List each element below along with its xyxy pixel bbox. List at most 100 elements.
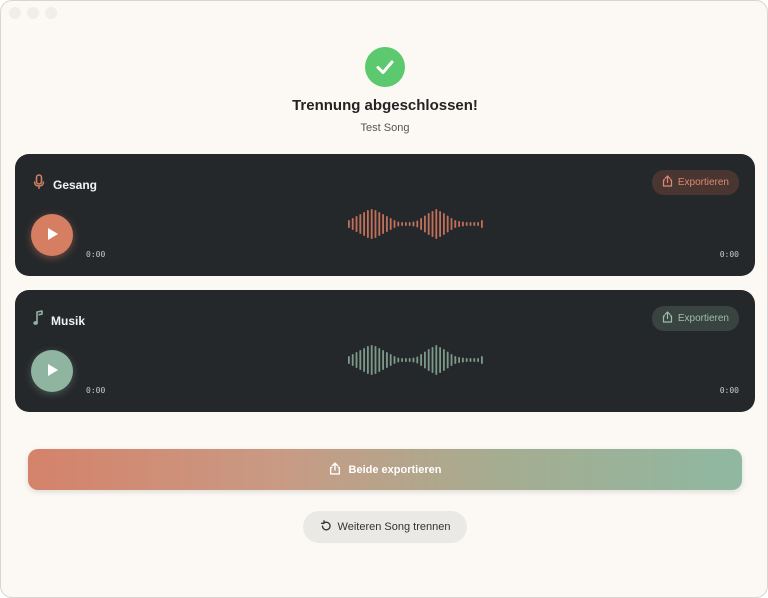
separate-another-label: Weiteren Song trennen — [337, 521, 451, 533]
waveform-bar — [481, 356, 483, 364]
app-window: Trennung abgeschlossen! Test Song Gesang — [0, 0, 768, 598]
waveform-bar — [386, 352, 388, 368]
export-music-button[interactable]: Exportieren — [651, 306, 739, 331]
waveform-bar — [363, 348, 365, 372]
current-time: 0:00 — [86, 386, 106, 395]
checkmark-icon — [365, 47, 405, 87]
waveform-bar — [412, 221, 415, 227]
waveform-vocals[interactable] — [345, 208, 485, 240]
waveform-bar — [378, 212, 381, 236]
play-vocals-button[interactable] — [31, 214, 73, 256]
waveform-bar — [382, 214, 384, 234]
waveform-bar — [443, 213, 445, 235]
separate-another-button[interactable]: Weiteren Song trennen — [303, 511, 467, 543]
track-card-music: Musik Exportieren 0:00 0:00 — [15, 290, 755, 412]
rotate-ccw-icon — [320, 519, 332, 535]
waveform-bar — [355, 352, 358, 368]
waveform-bar — [424, 215, 426, 233]
waveform-bar — [469, 358, 472, 362]
waveform-bar — [370, 209, 373, 239]
waveform-bar — [348, 356, 350, 364]
waveform-bar — [405, 222, 407, 226]
waveform-bar — [431, 211, 434, 237]
waveform-bar — [439, 347, 441, 373]
page-title: Trennung abgeschlossen! — [292, 97, 478, 114]
waveform-bar — [446, 351, 449, 369]
waveform-bar — [469, 222, 472, 226]
waveform-bar — [477, 222, 479, 226]
waveform-bar — [359, 214, 362, 234]
share-icon — [662, 311, 673, 326]
waveform-bar — [427, 213, 430, 235]
export-both-label: Beide exportieren — [348, 463, 442, 476]
waveform-bar — [416, 356, 419, 364]
export-label: Exportieren — [677, 177, 729, 188]
waveform-bar — [351, 218, 354, 230]
waveform-bar — [481, 220, 483, 228]
waveform-bar — [405, 358, 407, 362]
track-name: Musik — [51, 313, 86, 328]
waveform-bar — [424, 351, 426, 369]
play-icon — [44, 362, 60, 381]
waveform-bar — [397, 357, 400, 363]
play-music-button[interactable] — [31, 350, 73, 392]
waveform-bar — [462, 221, 464, 227]
waveform-bar — [412, 357, 415, 363]
waveform-bar — [393, 220, 396, 228]
waveform-bar — [351, 354, 354, 366]
export-both-button[interactable]: Beide exportieren — [28, 449, 742, 490]
waveform-bar — [389, 354, 392, 366]
window-minimize-control[interactable] — [27, 7, 39, 19]
waveform-bar — [370, 345, 373, 375]
track-header: Gesang — [33, 174, 97, 195]
waveform-bar — [458, 221, 460, 227]
total-time: 0:00 — [719, 250, 739, 259]
waveform-bar — [473, 358, 476, 362]
export-label: Exportieren — [677, 313, 729, 324]
share-icon — [662, 175, 673, 190]
waveform-bar — [393, 356, 396, 364]
waveform-bar — [397, 221, 400, 227]
waveform-bar — [367, 210, 369, 238]
waveform-bar — [477, 358, 479, 362]
current-time: 0:00 — [86, 250, 106, 259]
total-time: 0:00 — [719, 386, 739, 395]
waveform-bar — [435, 345, 438, 375]
waveform-bar — [431, 347, 434, 373]
window-close-control[interactable] — [9, 7, 21, 19]
waveform-bar — [374, 210, 377, 238]
music-note-icon — [33, 310, 43, 331]
microphone-icon — [33, 174, 45, 195]
waveform-music[interactable] — [345, 344, 485, 376]
song-name: Test Song — [360, 122, 410, 134]
track-name: Gesang — [53, 177, 98, 192]
waveform-bar — [386, 216, 388, 232]
waveform-bar — [389, 218, 392, 230]
window-titlebar — [9, 7, 57, 23]
waveform-bar — [348, 220, 350, 228]
waveform-bar — [473, 222, 476, 226]
waveform-bar — [363, 212, 365, 236]
window-zoom-control[interactable] — [45, 7, 57, 19]
waveform-bar — [420, 354, 422, 366]
share-icon — [329, 461, 341, 478]
waveform-bar — [427, 349, 430, 371]
waveform-bar — [374, 346, 377, 374]
waveform-bar — [416, 220, 419, 228]
waveform-bar — [450, 354, 453, 366]
waveform-bar — [378, 348, 381, 372]
waveform-bar — [367, 346, 369, 374]
waveform-bar — [458, 357, 460, 363]
waveform-bar — [454, 220, 457, 228]
waveform-bar — [454, 356, 457, 364]
waveform-bar — [382, 350, 384, 370]
waveform-bar — [408, 358, 411, 362]
waveform-bar — [435, 209, 438, 239]
waveform-bar — [450, 218, 453, 230]
waveform-bar — [420, 218, 422, 230]
play-icon — [44, 226, 60, 245]
track-header: Musik — [33, 310, 85, 331]
waveform-bar — [465, 222, 468, 226]
export-vocals-button[interactable]: Exportieren — [651, 170, 739, 195]
waveform-bar — [359, 350, 362, 370]
